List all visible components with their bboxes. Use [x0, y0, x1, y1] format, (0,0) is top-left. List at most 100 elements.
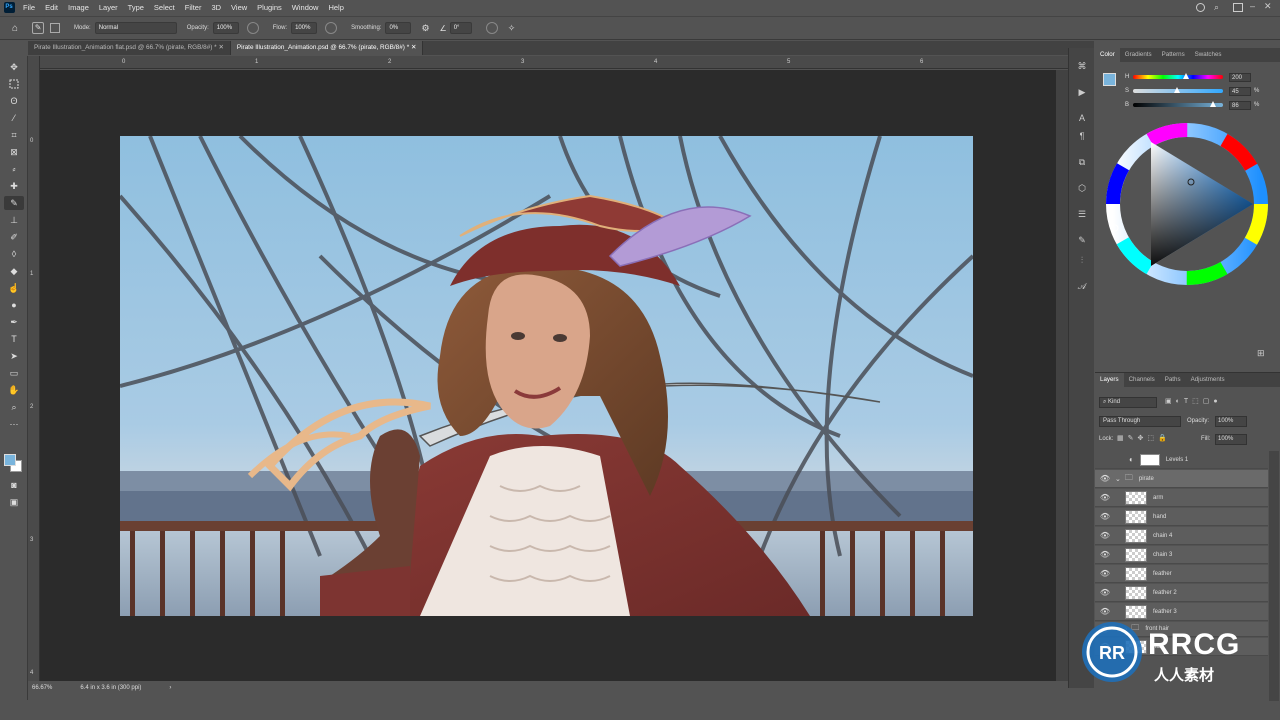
quick-mask-icon[interactable]: ◙: [4, 478, 24, 492]
layer-opacity-input[interactable]: 100%: [1215, 416, 1247, 427]
mode-select[interactable]: Normal: [94, 22, 177, 34]
hue-slider-handle[interactable]: [1183, 73, 1190, 79]
visibility-eye-icon[interactable]: 👁: [1095, 588, 1115, 597]
move-tool-icon[interactable]: ✥: [4, 60, 24, 74]
airbrush-icon[interactable]: [325, 22, 338, 34]
layer-row[interactable]: 👁 arm: [1095, 489, 1268, 507]
saturation-slider-handle[interactable]: [1173, 87, 1180, 93]
visibility-eye-icon[interactable]: 👁: [1095, 625, 1115, 634]
layer-row[interactable]: 👁 chain 3: [1095, 546, 1268, 564]
saturation-slider[interactable]: [1133, 87, 1223, 93]
menu-filter[interactable]: Filter: [180, 0, 207, 15]
paint-bucket-tool-icon[interactable]: ◆: [4, 264, 24, 278]
tab-color[interactable]: Color: [1095, 48, 1120, 62]
layer-row[interactable]: 👁 feather: [1095, 565, 1268, 583]
history-brush-tool-icon[interactable]: ✐: [4, 230, 24, 244]
layer-mask-thumb[interactable]: [1139, 453, 1160, 466]
frame-tool-icon[interactable]: ⊠: [4, 145, 24, 159]
foreground-color-fill[interactable]: [4, 454, 16, 466]
more-tools-icon[interactable]: ⋯: [4, 417, 24, 431]
layer-row[interactable]: 👁 chain 4: [1095, 527, 1268, 545]
cloud-share-icon[interactable]: [1196, 3, 1205, 12]
tab-layers[interactable]: Layers: [1095, 373, 1124, 387]
angle-input[interactable]: 0°: [449, 22, 472, 34]
color-panel-foreground-swatch[interactable]: [1103, 73, 1116, 86]
visibility-eye-icon[interactable]: 👁: [1095, 569, 1115, 578]
glyphs-panel-icon[interactable]: 𝒜: [1076, 280, 1088, 292]
zoom-tool-icon[interactable]: ⌕: [4, 400, 24, 414]
eraser-tool-icon[interactable]: ◊: [4, 247, 24, 261]
layer-filter-icons[interactable]: ▣◐T⬚▢●: [1165, 397, 1265, 408]
brightness-slider[interactable]: [1133, 101, 1223, 107]
menu-help[interactable]: Help: [323, 0, 348, 15]
pen-tool-icon[interactable]: ✒: [4, 315, 24, 329]
3d-panel-icon[interactable]: ⬡: [1076, 182, 1088, 194]
healing-brush-tool-icon[interactable]: ✚: [4, 179, 24, 193]
visibility-eye-icon[interactable]: 👁: [1095, 474, 1115, 483]
tab-adjustments[interactable]: Adjustments: [1186, 373, 1230, 387]
visibility-eye-icon[interactable]: 👁: [1095, 607, 1115, 616]
properties-panel-icon[interactable]: ☰: [1076, 208, 1088, 220]
minimize-icon[interactable]: –: [1250, 1, 1255, 11]
eyedropper-tool-icon[interactable]: ⸗: [4, 162, 24, 176]
dodge-tool-icon[interactable]: ●: [4, 298, 24, 312]
pressure-opacity-icon[interactable]: [246, 22, 259, 34]
history-panel-icon[interactable]: ⌘: [1076, 60, 1088, 72]
tab-gradients[interactable]: Gradients: [1120, 48, 1157, 62]
smudge-tool-icon[interactable]: ☝: [4, 281, 24, 295]
blend-mode-select[interactable]: Pass Through: [1099, 416, 1181, 427]
tab-flat-document[interactable]: Pirate Illustration_Animation flat.psd @…: [28, 41, 231, 55]
saturation-value[interactable]: 45: [1229, 86, 1251, 96]
menu-file[interactable]: File: [18, 0, 40, 15]
menu-type[interactable]: Type: [123, 0, 149, 15]
tab-paths[interactable]: Paths: [1160, 373, 1186, 387]
menu-3d[interactable]: 3D: [206, 0, 226, 15]
group-chevron-down-icon[interactable]: ⌄: [1115, 475, 1121, 483]
character-panel-icon[interactable]: A: [1076, 112, 1088, 124]
layer-row[interactable]: 👁 feather 3: [1095, 603, 1268, 621]
adjustments-sliders-icon[interactable]: ⫶: [1076, 254, 1088, 266]
tab-patterns[interactable]: Patterns: [1157, 48, 1190, 62]
pressure-size-icon[interactable]: [485, 22, 498, 34]
fill-input[interactable]: 100%: [1215, 434, 1247, 445]
canvas-area[interactable]: [40, 70, 1056, 681]
menu-image[interactable]: Image: [63, 0, 94, 15]
smoothing-settings-gear-icon[interactable]: ⚙: [421, 23, 429, 34]
photoshop-logo-icon[interactable]: Ps: [0, 0, 18, 15]
layers-scrollbar[interactable]: [1269, 451, 1279, 701]
visibility-eye-icon[interactable]: 👁: [1095, 493, 1115, 502]
crop-tool-icon[interactable]: ⌗: [4, 128, 24, 142]
close-window-icon[interactable]: ✕: [1264, 1, 1272, 12]
menu-edit[interactable]: Edit: [40, 0, 63, 15]
brush-preset-icon[interactable]: ✎: [32, 22, 45, 34]
tab-channels[interactable]: Channels: [1124, 373, 1160, 387]
layer-row[interactable]: 👁 hat: [1095, 638, 1268, 656]
hue-slider[interactable]: [1133, 73, 1223, 79]
opacity-input[interactable]: 100%: [212, 22, 239, 34]
brush-settings-icon[interactable]: ✎: [1076, 234, 1088, 246]
marquee-tool-icon[interactable]: [4, 77, 24, 91]
panel-expand-icon[interactable]: ⊞: [1257, 348, 1265, 359]
screen-mode-icon[interactable]: ▣: [4, 495, 24, 509]
layer-filter-kind-select[interactable]: ⌕ Kind: [1099, 397, 1157, 408]
tab-swatches[interactable]: Swatches: [1190, 48, 1227, 62]
visibility-eye-icon[interactable]: 👁: [1095, 550, 1115, 559]
hue-value[interactable]: 200: [1229, 72, 1251, 82]
visibility-eye-icon[interactable]: 👁: [1095, 512, 1115, 521]
brush-tool-icon[interactable]: ✎: [4, 196, 24, 210]
actions-panel-icon[interactable]: ▶: [1076, 86, 1088, 98]
search-icon[interactable]: ⌕: [1214, 2, 1219, 13]
lock-icons[interactable]: ▦✎✥⬚🔒: [1117, 434, 1171, 442]
rectangle-tool-icon[interactable]: ▭: [4, 366, 24, 380]
home-icon[interactable]: ⌂: [12, 23, 18, 34]
quick-select-tool-icon[interactable]: ⁄: [4, 111, 24, 125]
layer-row[interactable]: ◐ Levels 1: [1095, 451, 1268, 469]
visibility-eye-icon[interactable]: 👁: [1095, 642, 1115, 651]
layer-row[interactable]: 👁 hand: [1095, 508, 1268, 526]
zoom-level[interactable]: 66.67%: [32, 685, 52, 691]
layer-group-row[interactable]: 👁 › 🗀 front hair: [1095, 622, 1268, 637]
color-wheel[interactable]: [1103, 120, 1271, 288]
hand-tool-icon[interactable]: ✋: [4, 383, 24, 397]
visibility-eye-icon[interactable]: 👁: [1095, 531, 1115, 540]
status-expand-arrow-icon[interactable]: ›: [169, 685, 171, 691]
